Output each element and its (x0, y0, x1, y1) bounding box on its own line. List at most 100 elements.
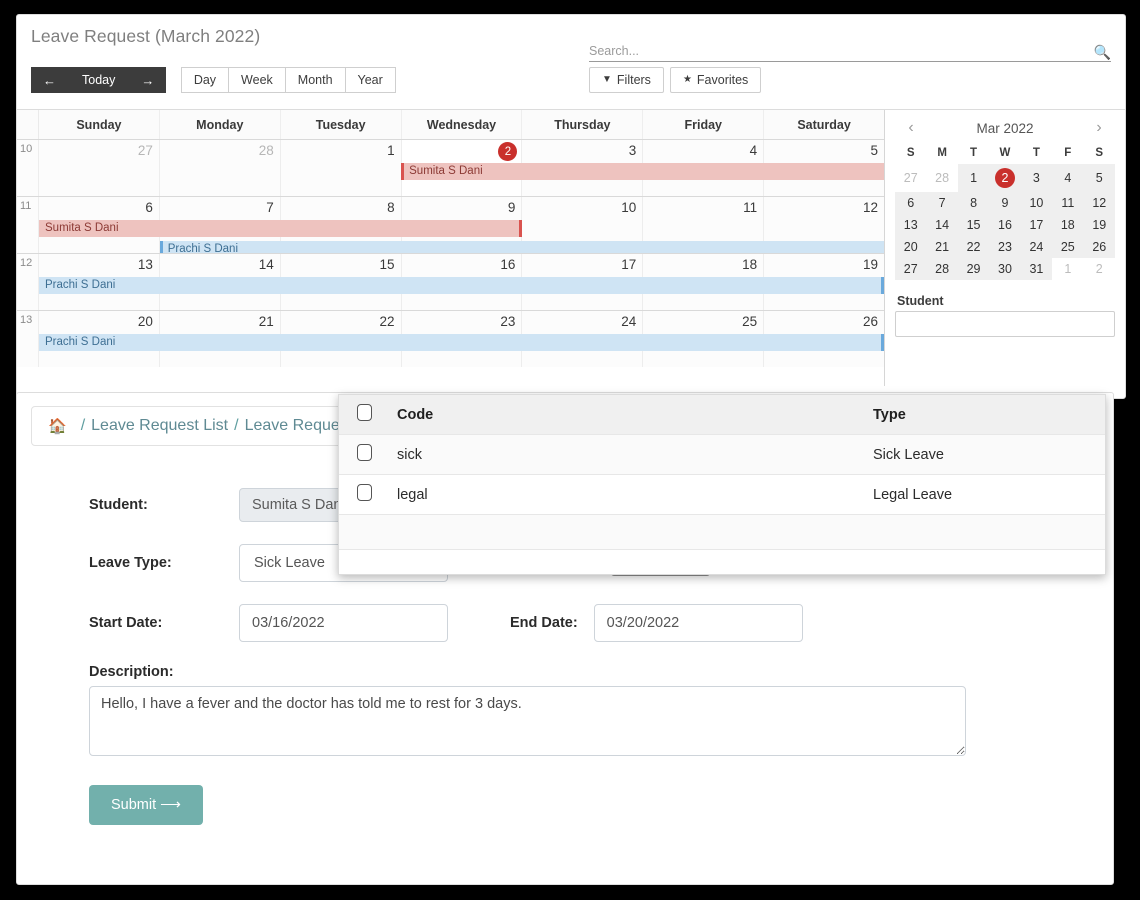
today-button[interactable]: Today (67, 67, 130, 93)
filters-label: Filters (617, 74, 651, 87)
mini-prev-month-icon[interactable]: ‹ (903, 120, 919, 136)
submit-button[interactable]: Submit ⟶ (89, 785, 203, 825)
mini-day[interactable]: 17 (1021, 214, 1052, 236)
calendar-day-cell[interactable]: 1 (281, 140, 402, 196)
day-number: 26 (863, 314, 878, 329)
leave-type-label: Leave Type: (89, 555, 239, 571)
view-week-button[interactable]: Week (228, 67, 286, 93)
mini-day[interactable]: 14 (926, 214, 957, 236)
end-date-input[interactable] (594, 604, 803, 642)
mini-day[interactable]: 30 (989, 258, 1020, 280)
prev-period-button[interactable]: ← (31, 67, 68, 93)
filters-button[interactable]: ▼ Filters (589, 67, 664, 93)
favorites-button[interactable]: ★ Favorites (670, 67, 761, 93)
mini-day[interactable]: 15 (958, 214, 989, 236)
row-select-cell (339, 475, 397, 515)
mini-day[interactable]: 28 (926, 258, 957, 280)
next-period-button[interactable]: → (129, 67, 166, 93)
search-input[interactable] (589, 43, 1088, 59)
day-number: 28 (259, 143, 274, 158)
home-icon[interactable]: 🏠 (48, 417, 67, 435)
table-row[interactable]: legalLegal Leave (339, 475, 1105, 515)
column-header-type[interactable]: Type (873, 395, 1105, 435)
weekday-header-thursday: Thursday (522, 110, 643, 139)
calendar-event-bar[interactable]: Sumita S Dani (39, 220, 522, 237)
calendar-day-cell[interactable]: 27 (39, 140, 160, 196)
mini-day[interactable]: 25 (1052, 236, 1083, 258)
mini-day[interactable]: 4 (1052, 164, 1083, 192)
start-date-input[interactable] (239, 604, 448, 642)
day-number: 11 (743, 200, 757, 215)
mini-calendar-body: 2728123456789101112131415161718192021222… (895, 164, 1115, 280)
mini-day[interactable]: 3 (1021, 164, 1052, 192)
mini-day[interactable]: 28 (926, 164, 957, 192)
mini-day[interactable]: 18 (1052, 214, 1083, 236)
day-number: 5 (871, 143, 879, 158)
day-number: 21 (259, 314, 274, 329)
row-checkbox[interactable] (357, 444, 372, 461)
day-number: 13 (138, 257, 153, 272)
view-day-button[interactable]: Day (181, 67, 229, 93)
calendar-day-cell[interactable]: 28 (160, 140, 281, 196)
weekday-header-friday: Friday (643, 110, 764, 139)
calendar-event-bar[interactable]: Sumita S Dani (401, 163, 884, 180)
mini-selected-day[interactable]: 2 (989, 164, 1020, 192)
search-bar[interactable]: 🔍 (589, 43, 1111, 62)
mini-day[interactable]: 1 (958, 164, 989, 192)
mini-next-month-icon[interactable]: › (1091, 120, 1107, 136)
mini-day[interactable]: 20 (895, 236, 926, 258)
mini-day[interactable]: 1 (1052, 258, 1083, 280)
mini-day[interactable]: 24 (1021, 236, 1052, 258)
day-number: 12 (863, 200, 878, 215)
breadcrumb-item-leave-request-list[interactable]: Leave Request List (91, 417, 228, 435)
mini-day[interactable]: 27 (895, 258, 926, 280)
mini-calendar-table: SMTWTFS 27281234567891011121314151617181… (895, 144, 1115, 280)
mini-day[interactable]: 19 (1084, 214, 1115, 236)
empty-cell (339, 515, 397, 550)
mini-day[interactable]: 7 (926, 192, 957, 214)
mini-day[interactable]: 6 (895, 192, 926, 214)
mini-day[interactable]: 13 (895, 214, 926, 236)
day-number: 8 (387, 200, 395, 215)
student-filter-field[interactable] (895, 311, 1115, 337)
view-year-button[interactable]: Year (345, 67, 396, 93)
screenshot-frame: Leave Request (March 2022) 🔍 ← Today → D… (0, 0, 1140, 900)
cell-code: sick (397, 435, 873, 475)
mini-day[interactable]: 26 (1084, 236, 1115, 258)
mini-day[interactable]: 12 (1084, 192, 1115, 214)
row-checkbox[interactable] (357, 484, 372, 501)
calendar-week-row: 1213141516171819Prachi S Dani (17, 253, 884, 310)
cell-type: Legal Leave (873, 475, 1105, 515)
end-date-label: End Date: (510, 615, 578, 631)
mini-day[interactable]: 16 (989, 214, 1020, 236)
mini-day[interactable]: 9 (989, 192, 1020, 214)
search-icon[interactable]: 🔍 (1094, 45, 1111, 59)
week-number: 12 (17, 254, 39, 310)
table-row[interactable]: sickSick Leave (339, 435, 1105, 475)
mini-day[interactable]: 22 (958, 236, 989, 258)
mini-day[interactable]: 5 (1084, 164, 1115, 192)
mini-day[interactable]: 8 (958, 192, 989, 214)
calendar-month-grid: Sunday Monday Tuesday Wednesday Thursday… (17, 110, 885, 386)
calendar-event-bar[interactable]: Prachi S Dani (39, 277, 884, 294)
cell-type: Sick Leave (873, 435, 1105, 475)
calendar-event-bar[interactable]: Prachi S Dani (39, 334, 884, 351)
mini-weekday-label: F (1052, 144, 1083, 164)
mini-day[interactable]: 31 (1021, 258, 1052, 280)
mini-day[interactable]: 21 (926, 236, 957, 258)
mini-day[interactable]: 11 (1052, 192, 1083, 214)
description-textarea[interactable] (89, 686, 966, 756)
column-header-code[interactable]: Code (397, 395, 873, 435)
mini-day[interactable]: 27 (895, 164, 926, 192)
mini-day[interactable]: 2 (1084, 258, 1115, 280)
empty-cell (397, 515, 873, 550)
filter-icon: ▼ (602, 75, 612, 85)
select-all-checkbox[interactable] (357, 404, 372, 421)
view-month-button[interactable]: Month (285, 67, 346, 93)
mini-calendar-week: 13141516171819 (895, 214, 1115, 236)
weekday-header-monday: Monday (160, 110, 281, 139)
mini-day[interactable]: 10 (1021, 192, 1052, 214)
calendar-week-row: 10272812345Sumita S Dani (17, 139, 884, 196)
mini-day[interactable]: 23 (989, 236, 1020, 258)
mini-day[interactable]: 29 (958, 258, 989, 280)
